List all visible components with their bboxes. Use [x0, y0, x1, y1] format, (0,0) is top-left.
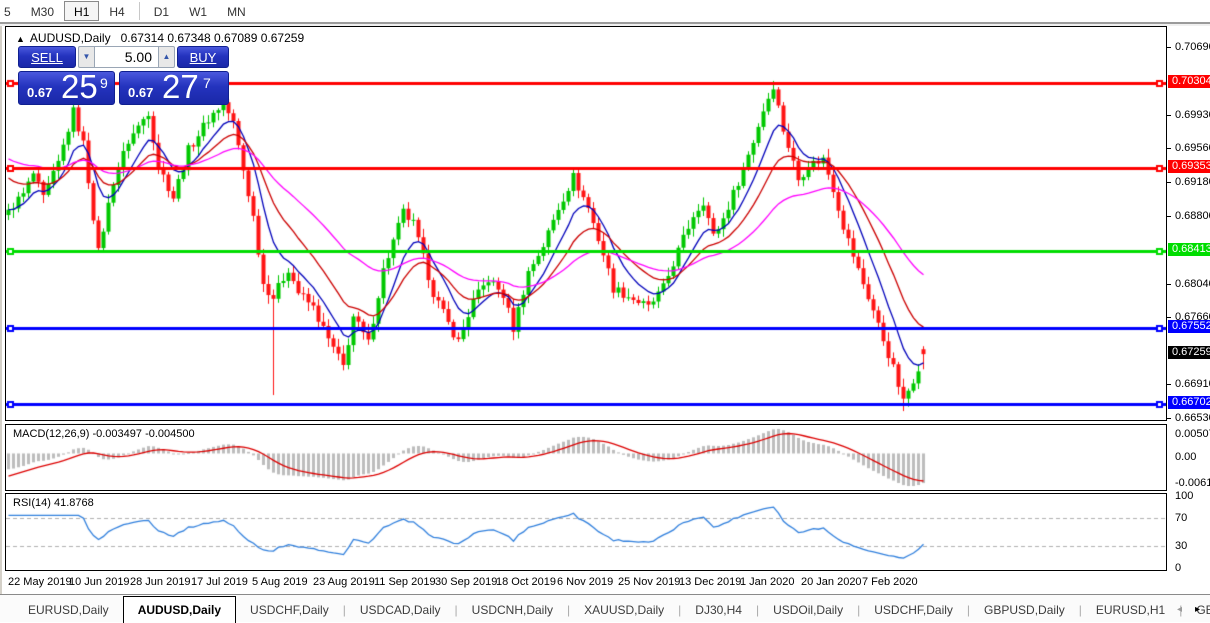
price-level-badge: 0.69353 [1168, 160, 1210, 173]
timeframe-button-5[interactable]: 5 [0, 1, 21, 21]
tabs-scroll-left-icon[interactable]: ◂ [1177, 604, 1182, 615]
sell-price-box[interactable]: 0.67 25 9 [18, 68, 115, 105]
price-level-badge: 0.70304 [1168, 75, 1210, 88]
price-tick-label: 0.70690 [1175, 41, 1210, 53]
rsi-label: RSI(14) 41.8768 [13, 497, 94, 509]
chart-tab-usdcad-daily[interactable]: USDCAD,Daily [346, 598, 455, 623]
date-tick-label: 1 Jan 2020 [740, 576, 795, 588]
chart-title: ▲ AUDUSD,Daily 0.67314 0.67348 0.67089 0.6… [16, 31, 304, 45]
price-tick-label: 0.68040 [1175, 278, 1210, 290]
chart-tab-xauusd-daily[interactable]: XAUUSD,Daily [570, 598, 678, 623]
date-tick-label: 6 Nov 2019 [557, 576, 614, 588]
price-tick [1167, 317, 1171, 318]
chart-tab-usdoil-daily[interactable]: USDOil,Daily [759, 598, 857, 623]
chart-tab-usdchf-daily[interactable]: USDCHF,Daily [860, 598, 967, 623]
chart-tab-eurusd-daily[interactable]: EURUSD,Daily [14, 598, 123, 623]
price-tick-label: 0.68800 [1175, 210, 1210, 222]
chart-symbol-label: AUDUSD,Daily [29, 31, 111, 45]
macd-axis-label: 0.00 [1175, 451, 1197, 463]
date-tick-label: 23 Aug 2019 [313, 576, 375, 588]
price-level-badge: 0.68413 [1168, 243, 1210, 256]
toolbar-group-separator [138, 2, 140, 20]
chart-tab-bar[interactable]: EURUSD,Daily AUDUSD,Daily USDCHF,Daily | USD… [0, 594, 1210, 623]
bid-price-big: 25 [61, 68, 98, 105]
macd-label: MACD(12,26,9) -0.003497 -0.004500 [13, 428, 195, 440]
date-tick-label: 7 Feb 2020 [862, 576, 918, 588]
buy-button-label: BUY [189, 50, 217, 65]
macd-panel[interactable]: MACD(12,26,9) -0.003497 -0.004500 [5, 424, 1167, 491]
price-axis[interactable]: 0.70690 0.69930 0.69560 0.69180 0.68800 0.680… [1167, 26, 1210, 574]
price-tick [1167, 284, 1171, 285]
timeframe-button-h4[interactable]: H4 [99, 1, 134, 21]
chart-tab-eurusd-h1[interactable]: EURUSD,H1 [1082, 598, 1179, 623]
chart-tab-gbpusd-daily[interactable]: GBPUSD,Daily [970, 598, 1079, 623]
sell-button-label: SELL [31, 50, 63, 65]
rsi-panel[interactable]: RSI(14) 41.8768 [5, 493, 1167, 571]
price-tick-label: 0.66910 [1175, 378, 1210, 390]
price-level-badge: 0.67552 [1168, 320, 1210, 333]
price-tick-label: 0.66530 [1175, 412, 1210, 424]
buy-price-box[interactable]: 0.67 27 7 [119, 68, 229, 105]
price-tick [1167, 148, 1171, 149]
chart-tab-audusd-daily[interactable]: AUDUSD,Daily [122, 596, 237, 623]
chart-tab-dj30-h4[interactable]: DJ30,H4 [681, 598, 756, 623]
price-tick [1167, 216, 1171, 217]
price-tick-label: 0.69930 [1175, 109, 1210, 121]
date-tick-label: 18 Oct 2019 [496, 576, 556, 588]
price-tick [1167, 418, 1171, 419]
tabs-scroll-right-icon[interactable]: ▸ [1195, 604, 1200, 615]
ask-price-sup: 7 [203, 75, 211, 91]
timeframe-toolbar[interactable]: 5 M30 H1 H4 D1 W1 MN [0, 0, 1210, 22]
ask-price-big: 27 [162, 68, 199, 105]
date-tick-label: 17 Jul 2019 [191, 576, 248, 588]
rsi-axis-label: 100 [1175, 490, 1194, 502]
macd-axis-label: 0.005076 [1175, 428, 1210, 440]
price-tick [1167, 115, 1171, 116]
date-axis[interactable]: 22 May 2019 10 Jun 2019 28 Jun 2019 17 Jul … [5, 572, 1210, 593]
rsi-axis-label: 30 [1175, 540, 1188, 553]
price-tick [1167, 47, 1171, 48]
timeframe-button-m30[interactable]: M30 [21, 1, 64, 21]
chart-tab-usdcnh-daily[interactable]: USDCNH,Daily [458, 598, 567, 623]
price-tick [1167, 182, 1171, 183]
date-tick-label: 25 Nov 2019 [618, 576, 681, 588]
price-tick-label: 0.69180 [1175, 176, 1210, 188]
trade-panel-collapse-icon[interactable]: ▲ [16, 34, 25, 44]
bid-price-prefix: 0.67 [27, 85, 53, 100]
buy-button[interactable]: BUY [177, 46, 229, 68]
date-tick-label: 30 Sep 2019 [435, 576, 498, 588]
timeframe-button-d1[interactable]: D1 [144, 1, 179, 21]
rsi-axis-label: 70 [1175, 511, 1188, 524]
timeframe-button-h1[interactable]: H1 [64, 1, 100, 21]
volume-input[interactable] [95, 46, 158, 68]
date-tick-label: 11 Sep 2019 [374, 576, 436, 588]
date-tick-label: 28 Jun 2019 [130, 576, 191, 588]
volume-decrease-button[interactable]: ▼ [78, 46, 95, 68]
bid-price-sup: 9 [100, 75, 108, 91]
date-tick-label: 13 Dec 2019 [679, 576, 742, 588]
date-tick-label: 22 May 2019 [8, 576, 72, 588]
price-level-badge: 0.67259 [1168, 346, 1210, 359]
price-tick-label: 0.69560 [1175, 142, 1210, 154]
date-tick-label: 10 Jun 2019 [69, 576, 130, 588]
date-tick-label: 5 Aug 2019 [252, 576, 308, 588]
volume-increase-button[interactable]: ▲ [158, 46, 175, 68]
price-tick [1167, 384, 1171, 385]
date-tick-label: 20 Jan 2020 [801, 576, 862, 588]
sell-button[interactable]: SELL [18, 46, 76, 68]
rsi-canvas[interactable] [6, 494, 1166, 570]
window-left-edge [0, 0, 2, 622]
chart-tab-usdchf-daily[interactable]: USDCHF,Daily [236, 598, 343, 623]
chart-ohlc-values: 0.67314 0.67348 0.67089 0.67259 [120, 31, 305, 45]
timeframe-button-mn[interactable]: MN [217, 1, 256, 21]
price-level-badge: 0.66702 [1168, 396, 1210, 409]
timeframe-button-w1[interactable]: W1 [179, 1, 217, 21]
macd-axis-label: -0.006148 [1175, 477, 1210, 489]
ask-price-prefix: 0.67 [128, 85, 154, 100]
